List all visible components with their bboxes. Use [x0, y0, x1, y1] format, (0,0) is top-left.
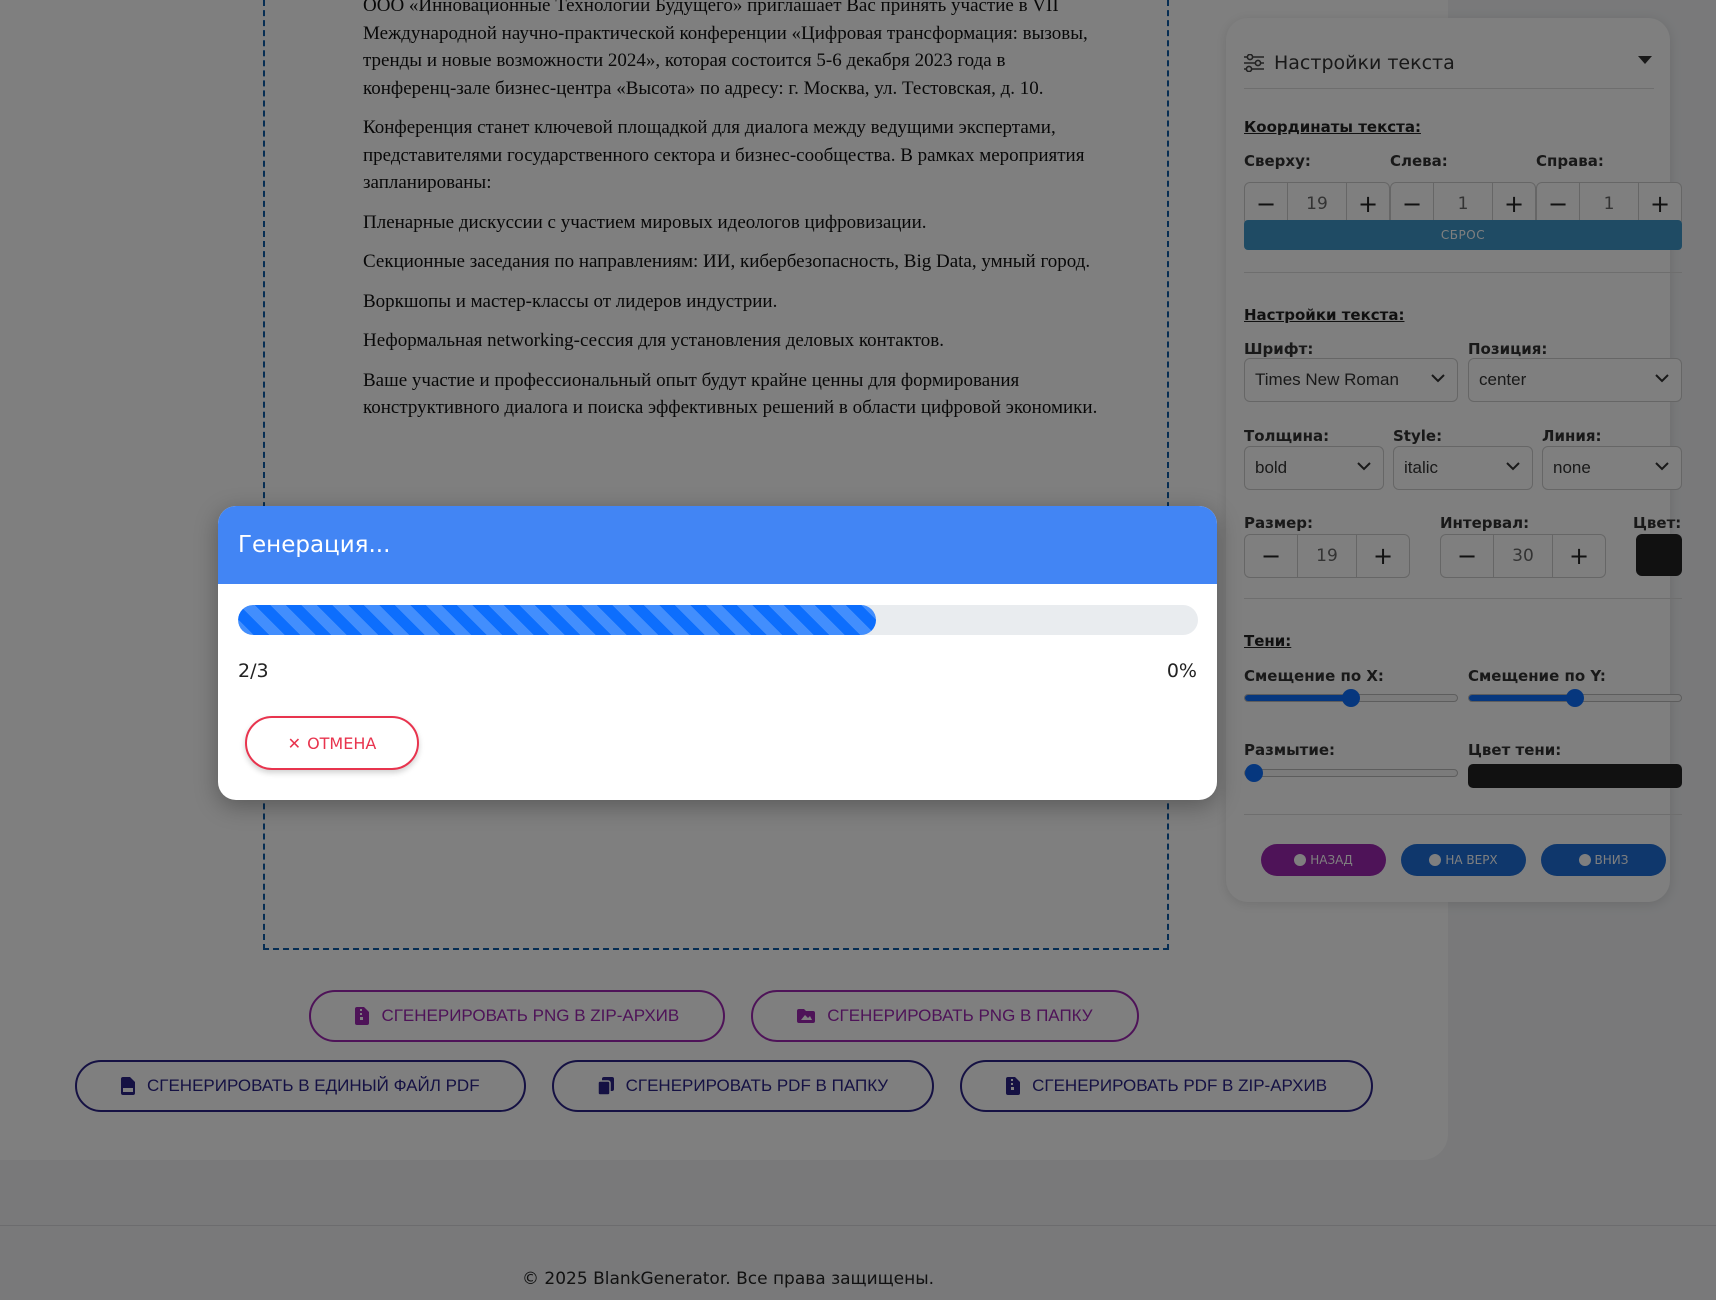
modal-header: Генерация... [218, 506, 1217, 584]
cancel-label: ОТМЕНА [307, 733, 377, 753]
progress-percent: 0% [1166, 660, 1197, 682]
cancel-button[interactable]: ✕ ОТМЕНА [245, 716, 419, 770]
progress-fill [238, 605, 877, 635]
progress-count: 2/3 [238, 660, 269, 682]
modal-title: Генерация... [238, 532, 391, 558]
close-icon: ✕ [287, 733, 302, 753]
generation-modal: Генерация... 2/3 0% ✕ ОТМЕНА [218, 506, 1217, 800]
progress-bar [238, 605, 1198, 635]
